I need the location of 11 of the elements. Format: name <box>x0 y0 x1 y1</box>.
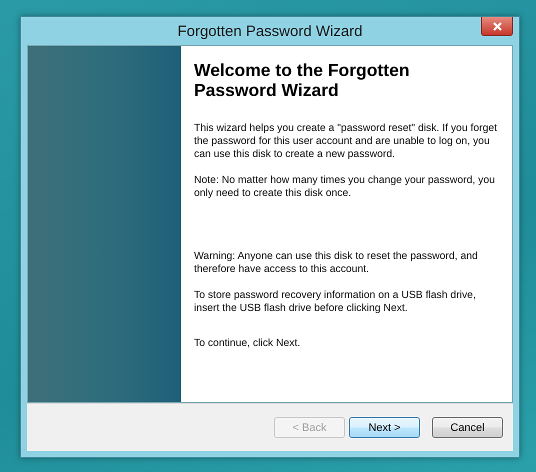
body-text: Note: No matter how many times you change your password, you only need to create this disk once. <box>194 174 496 200</box>
close-icon <box>492 22 502 30</box>
wizard-button[interactable]: Next > <box>349 417 420 438</box>
wizard-heading: Welcome to the Forgotten Password Wizard <box>194 60 411 100</box>
wizard-button[interactable]: Cancel <box>432 417 503 438</box>
window-title: Forgotten Password Wizard <box>177 22 363 40</box>
body-text: To continue, click Next. <box>194 337 302 350</box>
body-text: To store password recovery information on a USB flash drive, insert the USB flash drive before clicking Next. <box>194 289 477 315</box>
body-text: Warning: Anyone can use this disk to reset the password, and therefore have access to this account. <box>194 250 479 276</box>
close-button[interactable] <box>481 17 513 36</box>
body-text: This wizard helps you create a "password reset" disk. If you forget the password for this user account and are unable to log on, you can use this disk to create a new password. <box>194 122 498 161</box>
